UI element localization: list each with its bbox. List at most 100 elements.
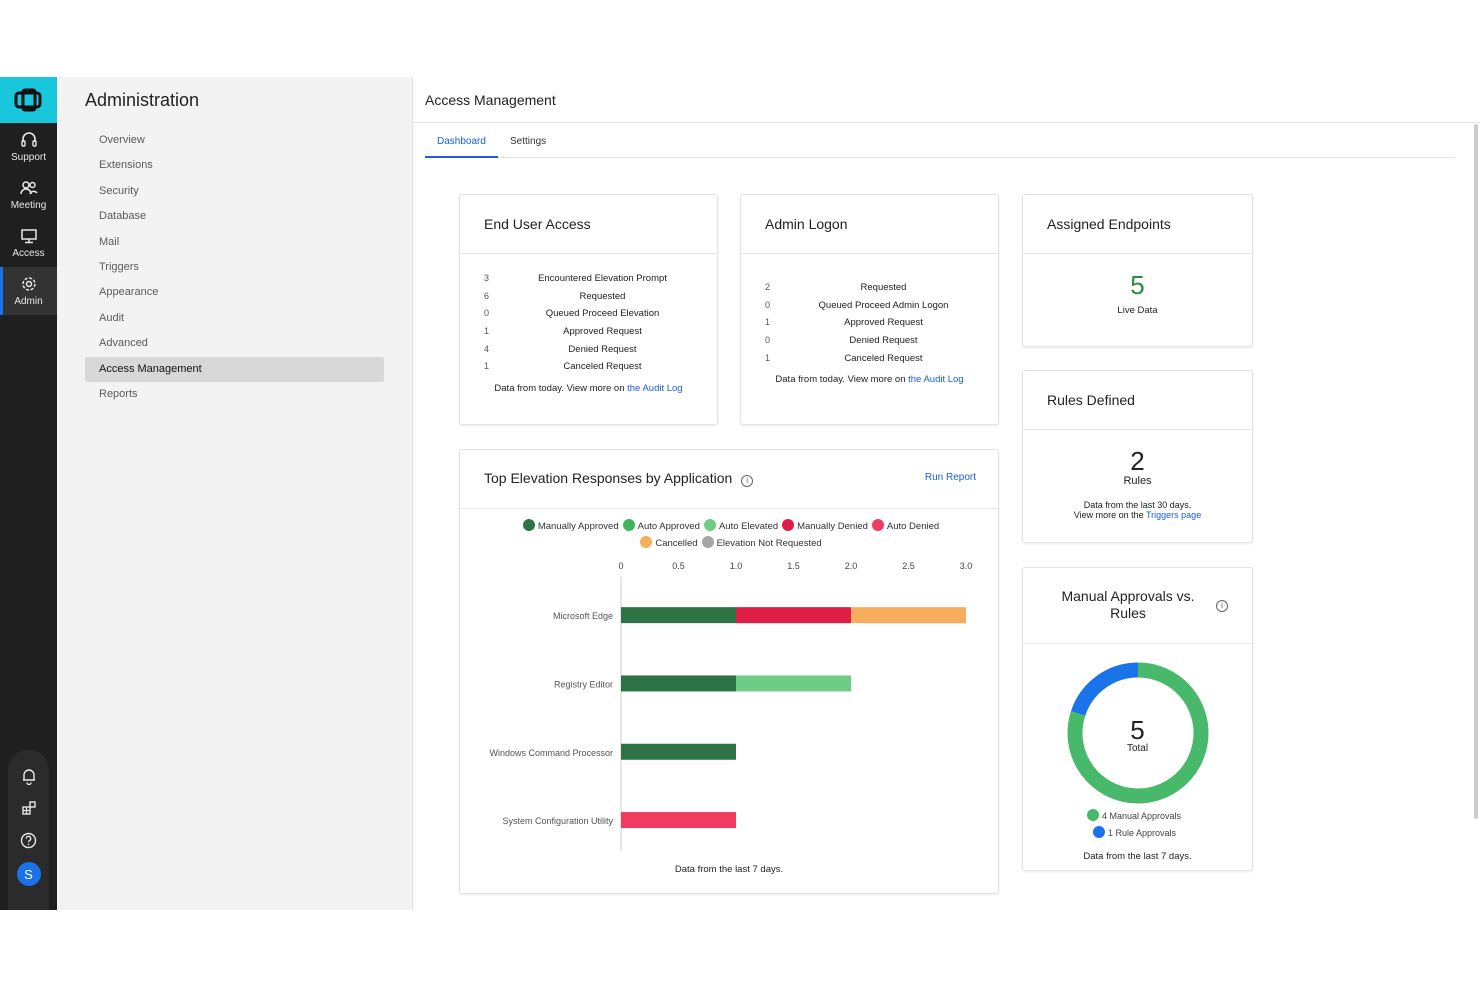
- rules-count: 2: [1130, 446, 1145, 476]
- donut-total: 5: [1130, 715, 1145, 745]
- card-divider: [460, 253, 717, 254]
- avatar[interactable]: S: [16, 862, 41, 886]
- stat-label: Canceled Request: [844, 352, 923, 364]
- category-label: System Configuration Utility: [502, 816, 613, 826]
- elevation-bar-chart: 0 0.5 1.0 1.5 2.0 2.5 3.0 Microsoft Edge Registr…: [489, 561, 972, 851]
- bar-segment: [621, 675, 736, 692]
- monitor-icon: [20, 229, 37, 244]
- legend-swatch: [782, 519, 795, 531]
- footnote-text: Data from today. View more on: [494, 383, 628, 394]
- app-logo[interactable]: [0, 77, 57, 123]
- legend-label: Manually Denied: [797, 521, 868, 532]
- stat-row: 6 Requested: [484, 288, 721, 306]
- legend-item[interactable]: Auto Denied: [871, 518, 940, 535]
- admin-nav-item-audit[interactable]: Audit: [85, 306, 384, 331]
- extensions-icon[interactable]: [18, 797, 40, 819]
- info-icon[interactable]: i: [741, 475, 754, 487]
- stat-row: 1 Approved Request: [765, 314, 1002, 332]
- admin-nav-item-database[interactable]: Database: [85, 204, 384, 229]
- headset-icon: [20, 132, 37, 147]
- stat-row: 0 Queued Proceed Admin Logon: [765, 297, 1002, 315]
- card-divider: [1023, 429, 1252, 430]
- rail-item-access[interactable]: Access: [0, 219, 57, 267]
- legend-label: Manually Approved: [537, 521, 619, 532]
- live-data-label: Live Data: [1117, 305, 1158, 316]
- admin-nav-item-security[interactable]: Security: [85, 179, 384, 204]
- x-tick-label: 0: [618, 561, 623, 571]
- stat-label: Encountered Elevation Prompt: [538, 273, 667, 284]
- legend-label: 1 Rule Approvals: [1108, 828, 1177, 838]
- card-divider: [741, 253, 998, 254]
- manual-vs-rules-card: Manual Approvals vs. Rules i 5 Total 4 M…: [1022, 567, 1253, 871]
- main-content: Access Management Dashboard Settings End…: [413, 77, 1480, 910]
- triggers-page-link[interactable]: Triggers page: [1146, 510, 1201, 520]
- legend-swatch: [622, 519, 635, 531]
- title-line-1: Manual Approvals vs.: [1061, 588, 1195, 604]
- rail-item-admin[interactable]: Admin: [0, 267, 57, 315]
- legend-swatch: [871, 519, 884, 531]
- admin-nav-item-access-management[interactable]: Access Management: [85, 356, 384, 382]
- admin-logon-card: Admin Logon 2 Requested 0 Queued Proceed A…: [740, 194, 999, 425]
- page-title: Access Management: [425, 92, 556, 108]
- endpoint-count: 5: [1130, 270, 1145, 300]
- rules-unit: Rules: [1123, 475, 1152, 487]
- legend-item[interactable]: Elevation Not Requested: [701, 535, 822, 552]
- stat-row: 2 Requested: [765, 279, 1002, 297]
- info-icon[interactable]: i: [1216, 600, 1228, 612]
- category-label: Registry Editor: [554, 679, 613, 689]
- active-tab-indicator: [425, 156, 498, 158]
- rules-defined-card: Rules Defined 2 Rules Data from the last…: [1022, 370, 1253, 543]
- bar-segment: [736, 675, 851, 692]
- admin-nav-item-appearance[interactable]: Appearance: [85, 280, 384, 305]
- audit-log-link[interactable]: the Audit Log: [908, 374, 963, 385]
- tab-dashboard[interactable]: Dashboard: [437, 136, 486, 147]
- x-tick-label: 0.5: [672, 561, 685, 571]
- audit-log-link[interactable]: the Audit Log: [627, 383, 682, 394]
- legend-swatch: [1093, 826, 1105, 838]
- bar-segment: [621, 812, 736, 829]
- bell-icon[interactable]: [18, 765, 40, 787]
- scrollbar[interactable]: [1474, 124, 1478, 819]
- card-divider: [1023, 253, 1252, 254]
- legend-rule: 1 Rule Approvals: [1087, 825, 1181, 842]
- legend-item[interactable]: Auto Elevated: [703, 518, 778, 535]
- chart-footnote: Data from the last 7 days.: [674, 864, 784, 875]
- admin-nav-item-triggers[interactable]: Triggers: [85, 255, 384, 280]
- stat-row: 1 Canceled Request: [765, 350, 1002, 368]
- rail-item-meeting[interactable]: Meeting: [0, 171, 57, 219]
- rail-item-label: Meeting: [10, 200, 47, 211]
- admin-nav-item-advanced[interactable]: Advanced: [85, 331, 384, 356]
- run-report-button[interactable]: Run Report: [925, 472, 976, 483]
- legend-label: Cancelled: [655, 538, 698, 549]
- stat-label: Denied Request: [849, 335, 918, 347]
- card-title: Rules Defined: [1047, 392, 1135, 408]
- bar-segment: [621, 607, 736, 624]
- chart-legend: Manually Approved Auto Approved Auto Eleva…: [486, 518, 976, 552]
- legend-manual: 4 Manual Approvals: [1087, 808, 1181, 825]
- rules-note: Data from the last 30 days.: [1083, 500, 1192, 510]
- card-title-text: Top Elevation Responses by Application: [484, 470, 733, 486]
- legend-item[interactable]: Cancelled: [640, 535, 698, 552]
- admin-nav-item-extensions[interactable]: Extensions: [85, 153, 384, 178]
- legend-item[interactable]: Auto Approved: [622, 518, 700, 535]
- admin-nav-item-reports[interactable]: Reports: [85, 382, 384, 407]
- legend-item[interactable]: Manually Approved: [522, 518, 619, 535]
- legend-swatch: [701, 536, 714, 548]
- card-footnote: Data from today. View more on the Audit …: [741, 374, 998, 385]
- donut-slice[interactable]: [1070, 662, 1139, 717]
- legend-label: Auto Denied: [886, 521, 940, 532]
- card-footnote: Data from today. View more on the Audit …: [460, 383, 717, 394]
- admin-nav-item-mail[interactable]: Mail: [85, 230, 384, 255]
- card-title: Top Elevation Responses by Application i: [484, 470, 754, 487]
- rail-item-support[interactable]: Support: [0, 123, 57, 171]
- stat-row: 0 Queued Proceed Elevation: [484, 305, 721, 323]
- stat-label: Approved Request: [563, 326, 642, 338]
- rail-bottom-tools: S: [8, 750, 49, 910]
- end-user-stats: 3 Encountered Elevation Prompt 6 Requested…: [484, 270, 721, 376]
- card-title: Admin Logon: [765, 216, 848, 232]
- help-icon[interactable]: [18, 829, 40, 851]
- legend-item[interactable]: Manually Denied: [782, 518, 868, 535]
- tab-settings[interactable]: Settings: [510, 136, 546, 147]
- tab-bar: Dashboard Settings: [425, 132, 1455, 158]
- admin-nav-item-overview[interactable]: Overview: [85, 128, 384, 153]
